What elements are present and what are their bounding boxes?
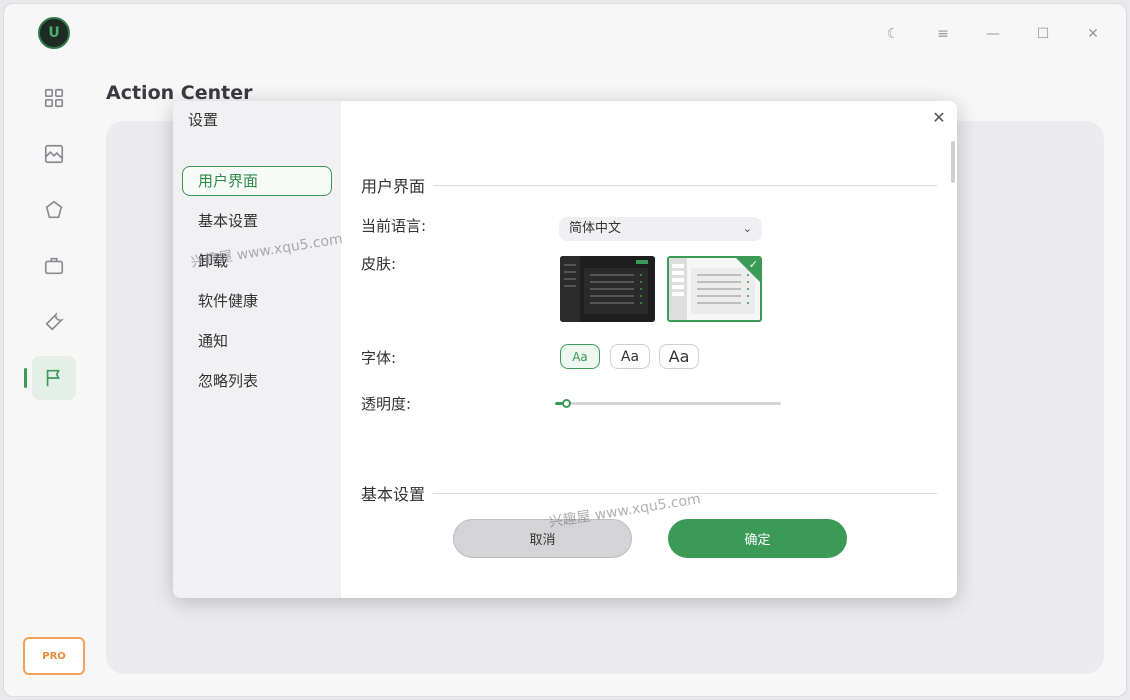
section-ui-title: 用户界面 xyxy=(361,177,426,196)
cleanup-icon xyxy=(45,200,63,219)
font-size-small-button[interactable]: Aa xyxy=(560,344,600,369)
dashboard-icon xyxy=(44,88,64,108)
tools-icon xyxy=(45,312,64,331)
pro-badge[interactable]: PRO xyxy=(23,637,85,675)
nav-item-tools[interactable] xyxy=(32,300,76,344)
section-ui-header: 用户界面 xyxy=(361,173,937,197)
skin-light-option[interactable]: ✓ xyxy=(667,256,762,322)
settings-menu-ui[interactable]: 用户界面 xyxy=(182,166,332,196)
nav-item-cleanup[interactable] xyxy=(32,188,76,232)
check-icon: ✓ xyxy=(748,258,758,271)
toolbox-icon xyxy=(44,257,64,275)
settings-menu-uninstall[interactable]: 卸载 xyxy=(182,246,332,276)
section-basic-title: 基本设置 xyxy=(361,485,426,504)
side-nav xyxy=(24,76,76,412)
skin-label: 皮肤: xyxy=(361,255,397,273)
language-select-value: 简体中文 xyxy=(569,221,622,236)
chevron-down-icon: ⌄ xyxy=(742,222,752,235)
divider xyxy=(433,492,937,494)
settings-menu-basic[interactable]: 基本设置 xyxy=(182,206,332,236)
language-label: 当前语言: xyxy=(361,217,427,235)
font-size-large-button[interactable]: Aa xyxy=(659,344,699,369)
opacity-label: 透明度: xyxy=(361,395,412,413)
app-logo: U xyxy=(38,17,70,49)
skin-dark-preview xyxy=(560,256,655,322)
settings-menu-ignore-list[interactable]: 忽略列表 xyxy=(182,366,332,396)
dialog-title: 设置 xyxy=(188,111,219,129)
theme-toggle-icon[interactable]: ☾ xyxy=(878,22,908,46)
minimize-icon[interactable]: — xyxy=(978,22,1008,46)
settings-menu-notifications[interactable]: 通知 xyxy=(182,326,332,356)
flag-icon xyxy=(46,369,60,387)
opacity-slider[interactable] xyxy=(555,399,781,408)
cancel-button[interactable]: 取消 xyxy=(453,519,632,558)
ok-button[interactable]: 确定 xyxy=(668,519,847,558)
nav-item-dashboard[interactable] xyxy=(32,76,76,120)
settings-content: 用户界面 当前语言: 简体中文 ⌄ 皮肤: ✓ 字体: Aa Aa Aa 透明度… xyxy=(341,101,957,598)
settings-dialog: 设置 用户界面 基本设置 卸载 软件健康 通知 忽略列表 ✕ 用户界面 当前语言… xyxy=(173,101,957,598)
section-basic-header: 基本设置 xyxy=(361,481,937,505)
nav-item-images[interactable] xyxy=(32,132,76,176)
settings-menu-health[interactable]: 软件健康 xyxy=(182,286,332,316)
menu-icon[interactable]: ≡ xyxy=(928,22,958,46)
skin-dark-option[interactable] xyxy=(560,256,655,322)
font-size-medium-button[interactable]: Aa xyxy=(610,344,650,369)
settings-menu: 用户界面 基本设置 卸载 软件健康 通知 忽略列表 xyxy=(182,166,332,406)
opacity-slider-thumb[interactable] xyxy=(562,399,571,408)
maximize-icon[interactable]: ☐ xyxy=(1028,22,1058,46)
language-select[interactable]: 简体中文 ⌄ xyxy=(559,217,762,241)
settings-sidebar: 设置 用户界面 基本设置 卸载 软件健康 通知 忽略列表 xyxy=(173,101,341,598)
divider xyxy=(433,184,937,186)
nav-item-toolbox[interactable] xyxy=(32,244,76,288)
image-icon xyxy=(44,144,64,164)
font-label: 字体: xyxy=(361,349,397,367)
nav-item-actions[interactable] xyxy=(24,356,76,400)
close-icon[interactable]: ✕ xyxy=(1078,22,1108,46)
window-controls: ☾ ≡ — ☐ ✕ xyxy=(878,22,1108,46)
